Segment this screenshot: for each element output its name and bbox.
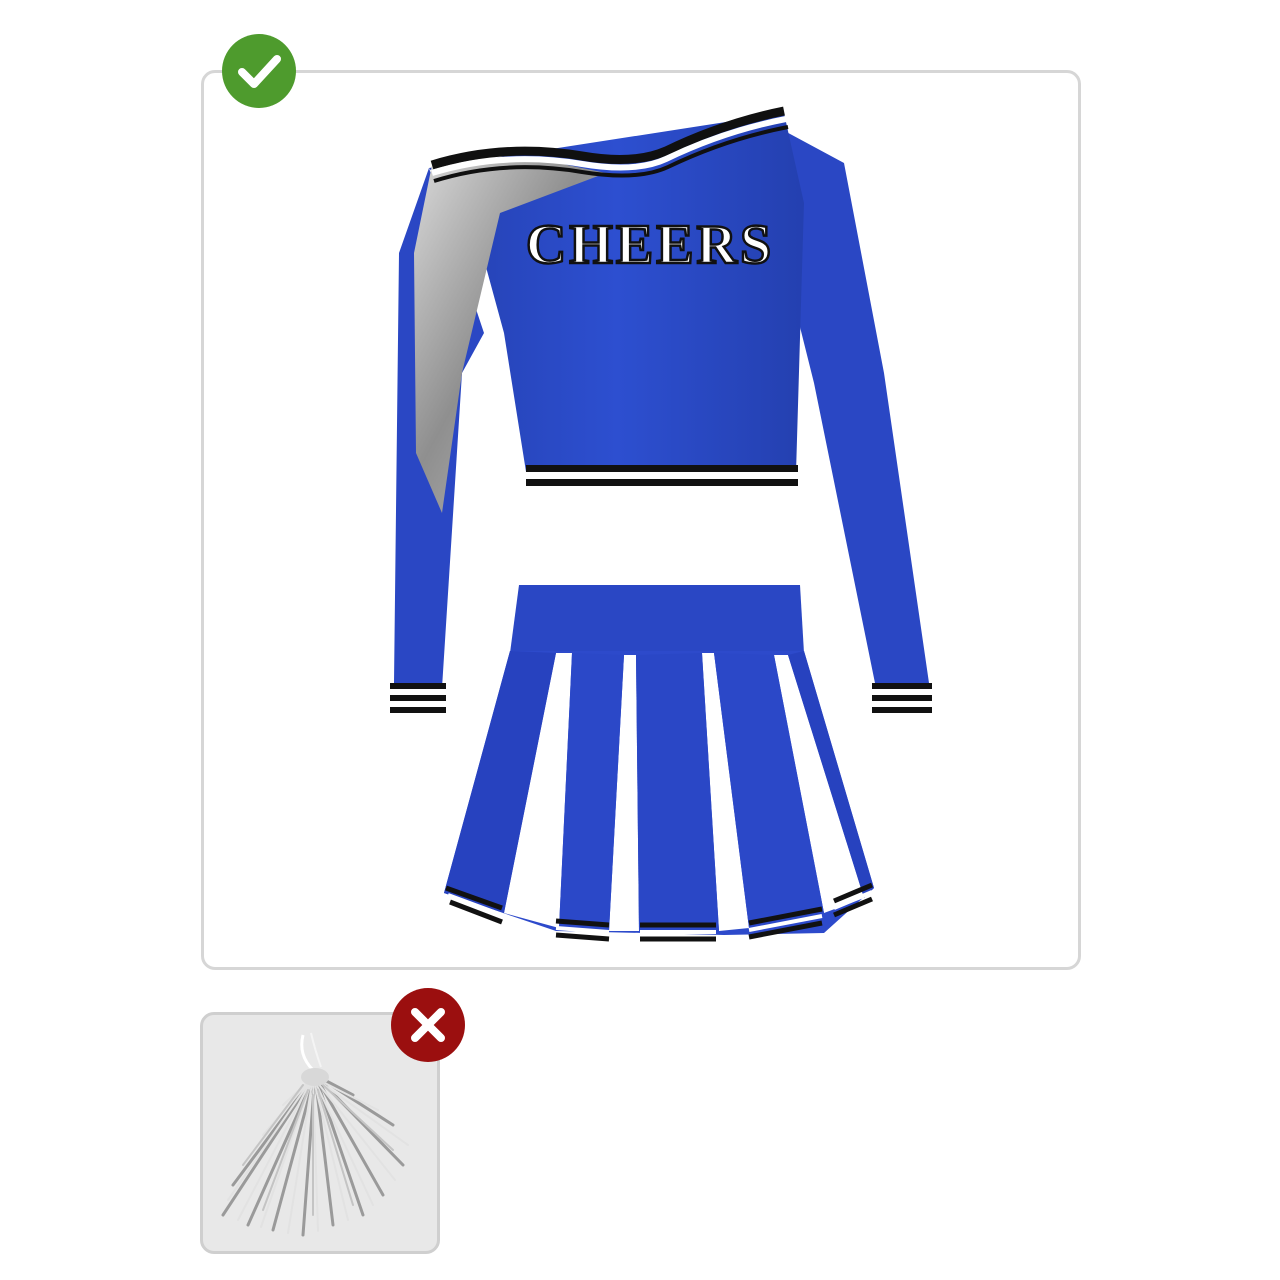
excluded-badge bbox=[391, 988, 465, 1062]
top-print-text: CHEERS bbox=[526, 214, 774, 276]
check-icon bbox=[222, 34, 296, 108]
included-badge bbox=[222, 34, 296, 108]
cheerleader-uniform-image: CHEERS bbox=[390, 106, 932, 942]
included-item-card: CHEERS bbox=[201, 70, 1081, 970]
x-icon bbox=[391, 988, 465, 1062]
